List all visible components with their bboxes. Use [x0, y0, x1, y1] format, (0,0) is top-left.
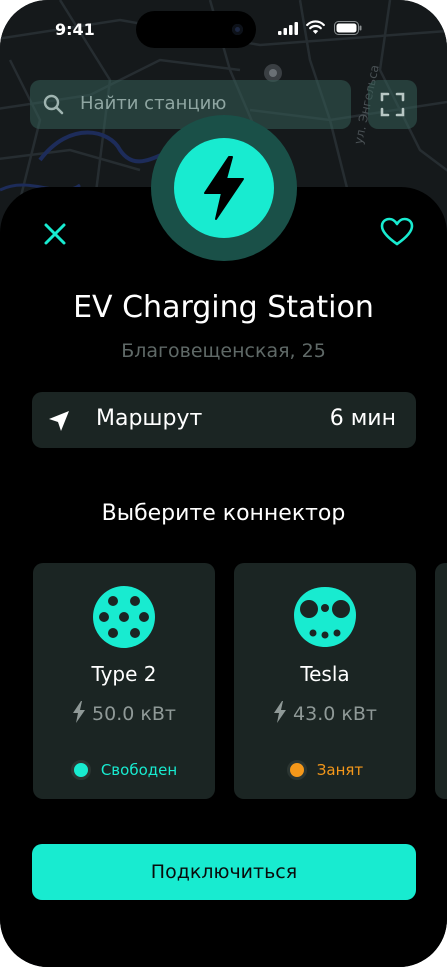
- connector-status-label: Свободен: [100, 761, 178, 779]
- fullscreen-button[interactable]: [368, 80, 417, 129]
- route-label: Маршрут: [96, 406, 203, 431]
- station-badge: [151, 115, 297, 261]
- navigation-arrow-icon: [49, 411, 69, 431]
- battery-icon: [334, 21, 362, 35]
- connect-button[interactable]: Подключиться: [32, 844, 416, 900]
- connector-name: Type 2: [91, 662, 157, 686]
- route-eta: 6 мин: [329, 406, 396, 431]
- search-icon: [43, 94, 64, 115]
- connector-card[interactable]: Type 2 50.0 кВт Свободен: [33, 563, 215, 799]
- fullscreen-icon: [380, 92, 405, 117]
- search-input[interactable]: Найти станцию: [80, 93, 226, 114]
- connector-status: Свободен: [33, 760, 215, 780]
- tesla-connector-icon: [294, 587, 356, 647]
- connector-heading: Выберите коннектор: [101, 501, 346, 526]
- status-dot-icon: [70, 760, 91, 780]
- dynamic-island: [136, 11, 256, 48]
- cellular-signal-icon: [278, 22, 298, 35]
- front-camera-icon: [232, 24, 243, 35]
- connector-card-partial[interactable]: [435, 563, 447, 799]
- status-bar: 9:41: [0, 0, 447, 60]
- wifi-icon: [306, 20, 325, 34]
- favorite-heart-icon[interactable]: [380, 217, 414, 247]
- status-dot-icon: [286, 760, 307, 780]
- connector-power: 50.0 кВт: [33, 701, 215, 725]
- status-time: 9:41: [55, 20, 95, 39]
- connector-power: 43.0 кВт: [234, 701, 416, 725]
- connector-name: Tesla: [300, 662, 350, 686]
- power-bolt-icon: [274, 701, 287, 723]
- type2-connector-icon: [93, 586, 155, 648]
- power-bolt-icon: [73, 701, 86, 723]
- connector-card[interactable]: Tesla 43.0 кВт Занят: [234, 563, 416, 799]
- route-button[interactable]: Маршрут 6 мин: [32, 392, 416, 448]
- phone-screen: ул. Энгельса 9:41 Найти станцию EV Charg…: [0, 0, 447, 967]
- station-name: EV Charging Station: [73, 290, 374, 325]
- station-address: Благовещенская, 25: [121, 340, 326, 362]
- connector-status: Занят: [234, 760, 416, 780]
- lightning-icon: [204, 156, 244, 220]
- connector-power-value: 50.0 кВт: [92, 703, 176, 725]
- connector-status-label: Занят: [316, 761, 364, 779]
- close-icon[interactable]: [43, 222, 67, 246]
- connector-power-value: 43.0 кВт: [293, 703, 377, 725]
